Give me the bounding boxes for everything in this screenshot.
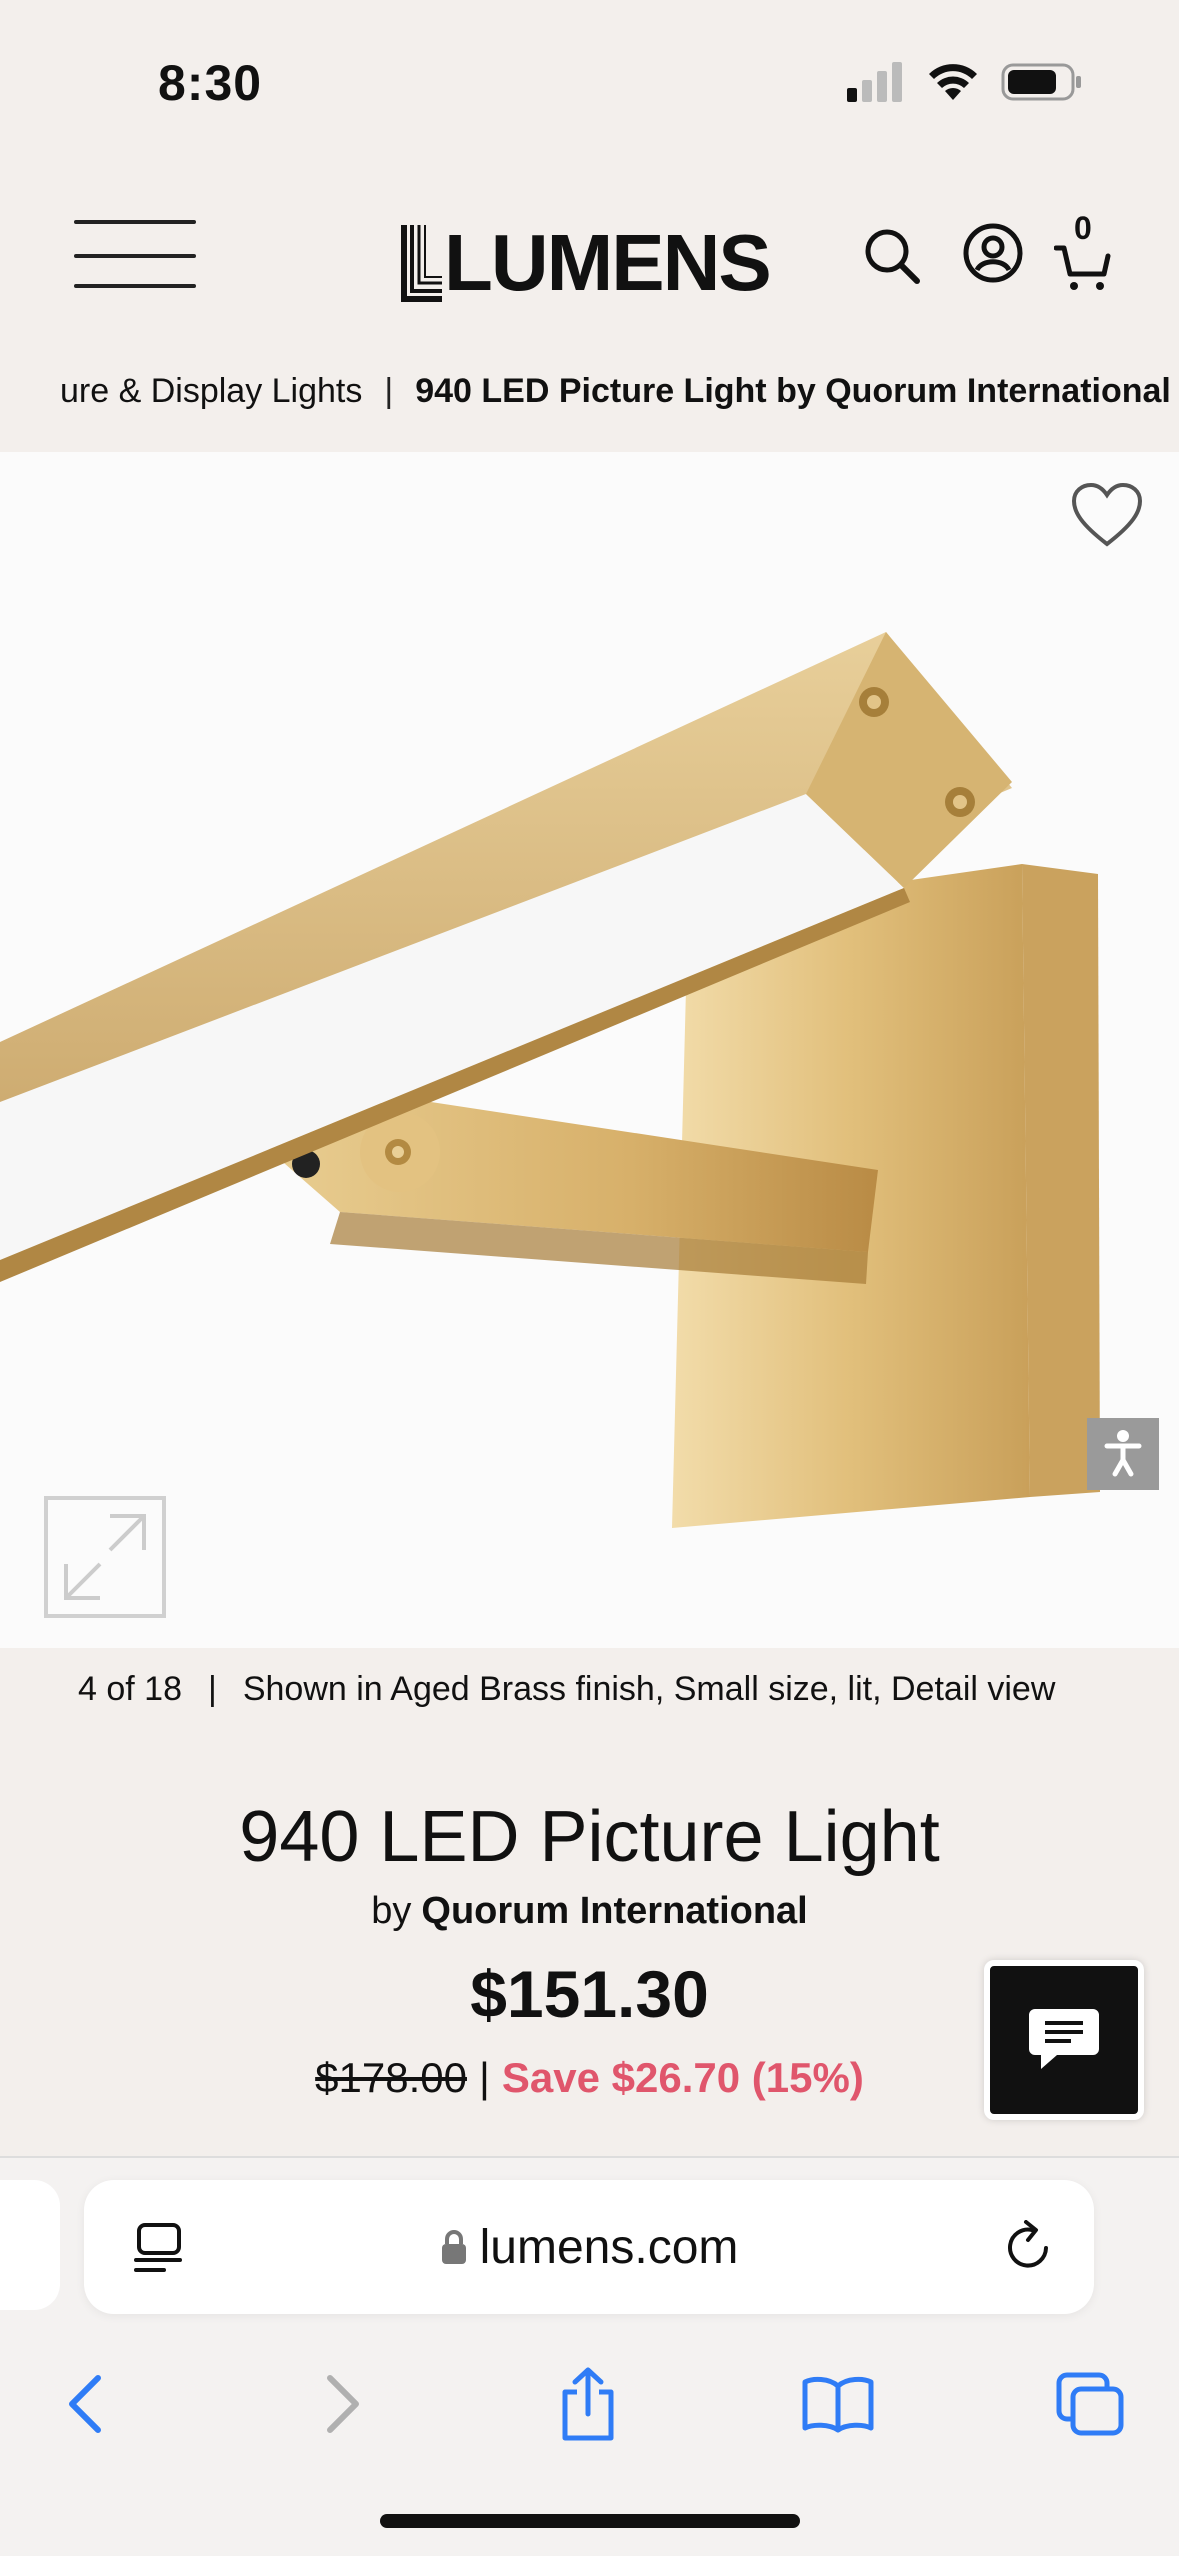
original-price: $178.00 (315, 2054, 467, 2101)
cart-icon (1054, 245, 1111, 290)
battery-icon (1001, 63, 1081, 101)
home-indicator[interactable] (380, 2514, 800, 2528)
breadcrumb: ure & Display Lights | 940 LED Picture L… (0, 362, 1179, 426)
menu-line (74, 254, 196, 258)
wifi-icon (929, 64, 977, 100)
expand-button[interactable] (44, 1496, 166, 1618)
product-title: 940 LED Picture Light (239, 1797, 940, 1877)
lock-icon (441, 2230, 466, 2264)
bookmarks-icon (802, 2376, 874, 2433)
product-brand: by Quorum International (0, 1890, 1179, 1933)
address-bar[interactable]: lumens.com (84, 2180, 1094, 2314)
product-image[interactable] (0, 452, 1179, 1648)
status-time: 8:30 (158, 55, 263, 111)
product-photo (0, 632, 1100, 1528)
image-position: 4 of 18 (78, 1670, 182, 1708)
share-button[interactable] (538, 2354, 638, 2454)
breadcrumb-current: 940 LED Picture Light by Quorum Internat… (415, 372, 1171, 410)
logo-mark-icon (401, 225, 442, 302)
share-icon (562, 2367, 614, 2441)
account-icon[interactable] (962, 222, 1024, 284)
brand-link[interactable]: Quorum International (421, 1890, 807, 1932)
breadcrumb-parent-link[interactable]: ure & Display Lights (0, 372, 362, 411)
chat-bubble-icon (1029, 2009, 1099, 2069)
cellular-signal-icon (847, 62, 902, 102)
tabs-icon (1056, 2372, 1124, 2436)
back-icon (69, 2375, 101, 2433)
forward-button[interactable] (292, 2354, 392, 2454)
cart-count: 0 (1074, 210, 1092, 246)
browser-toolbar: lumens.com (0, 2156, 1179, 2556)
status-bar: 8:30 (0, 0, 1179, 160)
search-icon[interactable] (862, 226, 922, 286)
breadcrumb-separator: | (384, 372, 394, 410)
cart-button[interactable]: 0 (1054, 210, 1124, 300)
previous-tab-peek[interactable] (0, 2180, 60, 2310)
lumens-logo[interactable]: LUMENS (398, 218, 772, 308)
back-button[interactable] (36, 2354, 136, 2454)
accessibility-button[interactable] (1087, 1418, 1159, 1490)
brand-by-label: by (371, 1890, 412, 1932)
chat-button[interactable] (984, 1960, 1144, 2120)
heart-icon[interactable] (1071, 482, 1143, 548)
bookmarks-button[interactable] (788, 2354, 888, 2454)
status-icons (847, 62, 1083, 102)
menu-icon[interactable] (74, 220, 196, 290)
browser-nav-row (0, 2354, 1179, 2464)
site-header: LUMENS 0 (0, 190, 1179, 330)
expand-icon (64, 1514, 146, 1600)
savings-text: Save $26.70 (15%) (501, 2054, 864, 2101)
menu-line (74, 220, 196, 224)
image-description: Shown in Aged Brass finish, Small size, … (242, 1670, 1056, 1708)
logo-text: LUMENS (444, 218, 772, 307)
menu-line (74, 284, 196, 288)
forward-icon (327, 2375, 359, 2433)
reload-icon[interactable] (1002, 2220, 1054, 2274)
caption-separator: | (207, 1670, 217, 1708)
image-caption: 4 of 18 | Shown in Aged Brass finish, Smal… (78, 1670, 1055, 1709)
price-separator: | (478, 2054, 490, 2101)
tabs-button[interactable] (1040, 2354, 1140, 2454)
url-text: lumens.com (479, 2220, 739, 2274)
accessibility-icon (1104, 1430, 1142, 1477)
